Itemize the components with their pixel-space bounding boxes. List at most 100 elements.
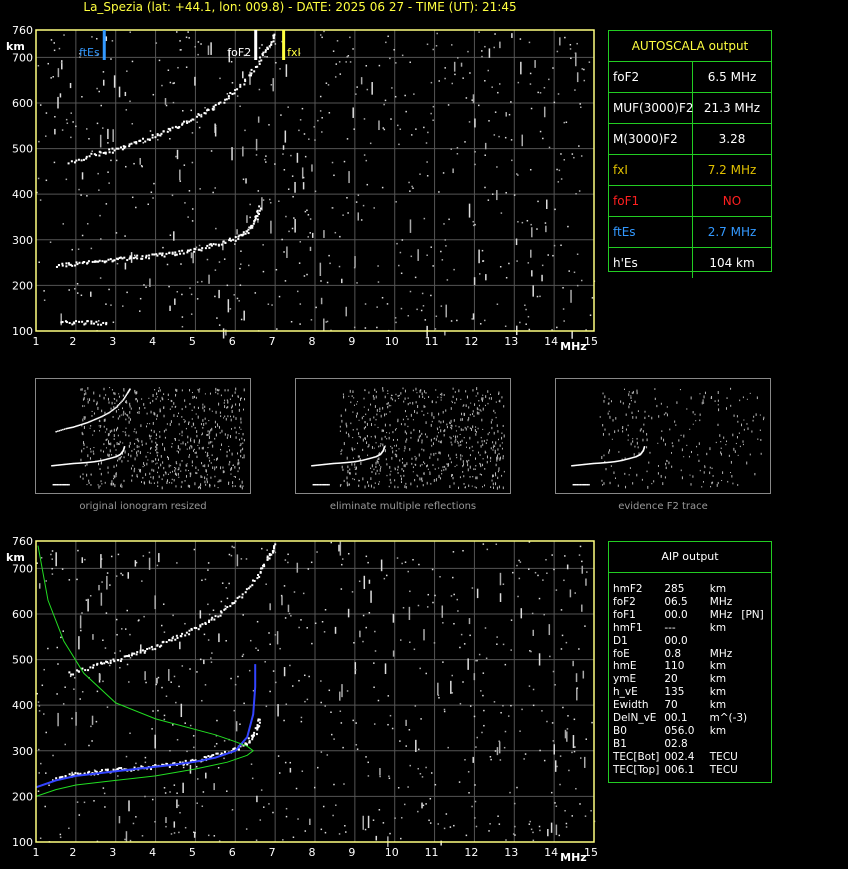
noise-dot: [149, 278, 151, 288]
data-point: [576, 483, 579, 486]
noise-dot: [231, 410, 233, 413]
noise-dot: [173, 675, 176, 678]
noise-dot: [227, 434, 229, 437]
noise-dot: [528, 823, 531, 825]
noise-dot: [184, 420, 186, 423]
noise-dot: [742, 443, 744, 446]
noise-dot: [445, 304, 447, 318]
noise-dot: [423, 629, 425, 641]
noise-dot: [438, 474, 440, 478]
noise-dot: [226, 93, 229, 95]
data-point: [133, 652, 136, 655]
noise-dot: [404, 561, 407, 563]
noise-dot: [625, 413, 627, 416]
noise-dot: [378, 483, 380, 486]
noise-dot: [232, 464, 234, 467]
noise-dot: [414, 463, 416, 466]
noise-dot: [176, 415, 178, 418]
noise-dot: [244, 129, 246, 132]
noise-dot: [169, 81, 172, 84]
noise-dot: [166, 481, 168, 485]
noise-dot: [59, 93, 62, 98]
noise-dot: [499, 572, 502, 586]
noise-dot: [192, 735, 195, 737]
noise-dot: [567, 715, 569, 717]
noise-dot: [40, 557, 43, 559]
aip-cell: 20: [664, 673, 678, 686]
noise-dot: [225, 587, 227, 589]
noise-dot: [104, 411, 106, 415]
noise-dot: [392, 450, 394, 454]
noise-dot: [158, 466, 160, 469]
noise-dot: [417, 604, 420, 607]
noise-dot: [438, 697, 440, 699]
noise-dot: [283, 251, 285, 253]
noise-dot: [395, 321, 397, 324]
marker-ftes: [102, 30, 106, 60]
data-point: [176, 636, 179, 639]
noise-dot: [443, 827, 446, 830]
noise-dot: [375, 465, 377, 468]
noise-dot: [518, 559, 520, 562]
noise-dot: [468, 484, 470, 487]
noise-dot: [590, 810, 592, 812]
noise-dot: [97, 320, 100, 322]
noise-dot: [615, 417, 617, 420]
noise-dot: [612, 419, 614, 422]
noise-dot: [347, 470, 349, 474]
noise-dot: [45, 179, 48, 182]
noise-dot: [231, 452, 233, 456]
noise-dot: [107, 453, 109, 456]
noise-dot: [529, 820, 531, 823]
noise-dot: [548, 146, 551, 149]
noise-dot: [128, 681, 130, 683]
noise-dot: [343, 783, 345, 785]
noise-dot: [87, 400, 89, 404]
noise-dot: [174, 406, 176, 408]
noise-dot: [388, 432, 390, 434]
noise-dot: [181, 293, 183, 296]
noise-dot: [150, 435, 152, 437]
noise-dot: [403, 450, 405, 452]
noise-dot: [497, 91, 499, 94]
data-point: [204, 247, 207, 250]
noise-dot: [181, 480, 183, 484]
noise-dot: [451, 82, 454, 85]
noise-dot: [578, 190, 581, 192]
noise-dot: [541, 710, 543, 712]
noise-dot: [426, 465, 428, 468]
noise-dot: [341, 684, 343, 698]
noise-dot: [472, 413, 474, 416]
noise-dot: [411, 185, 413, 188]
data-point: [139, 139, 142, 142]
noise-dot: [392, 439, 394, 441]
noise-dot: [591, 721, 593, 724]
data-point: [85, 157, 88, 160]
aip-cell: [710, 635, 742, 648]
noise-dot: [282, 145, 285, 150]
noise-dot: [207, 603, 209, 606]
noise-dot: [208, 436, 210, 440]
noise-dot: [404, 430, 406, 434]
noise-dot: [636, 441, 638, 445]
noise-dot: [355, 93, 357, 95]
data-point: [207, 108, 210, 111]
x-tick-label: 14: [544, 846, 558, 859]
data-point: [89, 666, 92, 669]
noise-dot: [474, 118, 476, 128]
noise-dot: [294, 181, 296, 193]
data-point: [247, 232, 250, 235]
noise-dot: [385, 41, 387, 44]
noise-dot: [499, 458, 501, 461]
data-point: [258, 721, 261, 724]
noise-dot: [145, 473, 147, 476]
data-point: [146, 648, 149, 651]
noise-dot: [573, 750, 576, 753]
noise-dot: [257, 190, 260, 192]
x-tick-label: 7: [269, 846, 276, 859]
noise-dot: [496, 456, 498, 460]
noise-dot: [163, 466, 165, 470]
noise-dot: [346, 690, 349, 692]
data-point: [72, 321, 75, 324]
noise-dot: [60, 636, 62, 639]
